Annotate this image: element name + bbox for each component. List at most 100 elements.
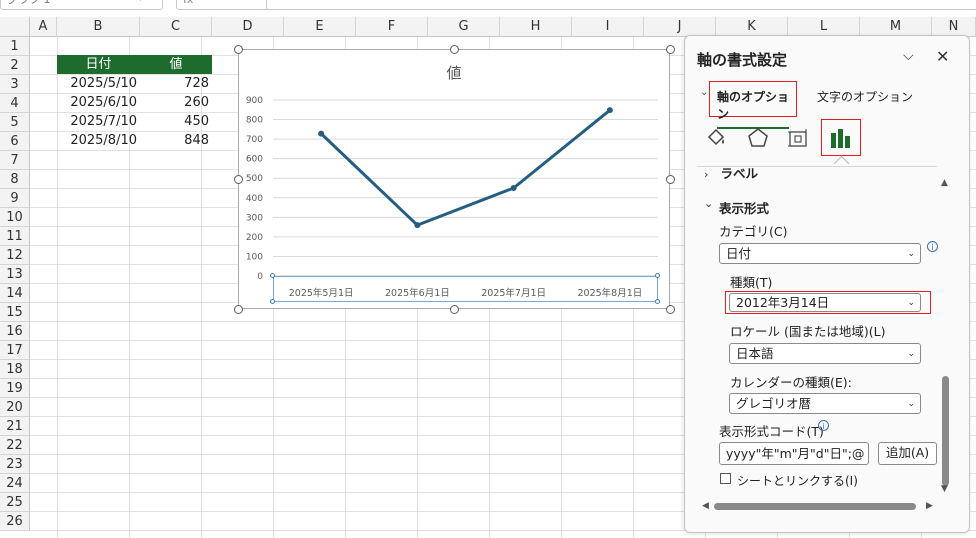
- row-header-8[interactable]: 8: [0, 170, 30, 189]
- scroll-right-icon[interactable]: ▶: [926, 501, 933, 511]
- resize-handle-bottom-right[interactable]: [666, 305, 675, 314]
- chart-plot[interactable]: 01002003004005006007008009002025年5月1日 202…: [239, 50, 669, 308]
- locale-dropdown[interactable]: 日本語 ⌄: [729, 343, 921, 364]
- tab-text-options[interactable]: 文字のオプション: [817, 88, 913, 105]
- vertical-scrollbar-thumb[interactable]: [942, 376, 949, 486]
- column-header-l[interactable]: L: [788, 17, 860, 37]
- series-line[interactable]: [320, 109, 611, 227]
- section-labels[interactable]: › ラベル: [704, 168, 804, 182]
- date-cell[interactable]: 2025/5/10: [57, 74, 140, 93]
- horizontal-axis-selection[interactable]: [273, 276, 658, 302]
- column-header-d[interactable]: D: [212, 17, 284, 37]
- date-cell[interactable]: 2025/8/10: [57, 131, 140, 150]
- resize-handle-right[interactable]: [666, 175, 675, 184]
- column-header-k[interactable]: K: [716, 17, 788, 37]
- link-to-source-checkbox[interactable]: [720, 473, 731, 484]
- data-point[interactable]: [414, 222, 421, 229]
- column-header-m[interactable]: M: [860, 17, 932, 37]
- resize-handle-top-left[interactable]: [234, 45, 243, 54]
- horizontal-scrollbar-thumb[interactable]: [714, 503, 916, 510]
- resize-handle-top[interactable]: [450, 45, 459, 54]
- column-header-h[interactable]: H: [500, 17, 572, 37]
- row-header-26[interactable]: 26: [0, 512, 30, 531]
- axis-handle[interactable]: [270, 299, 275, 304]
- date-cell[interactable]: 2025/6/10: [57, 93, 140, 112]
- effects-icon[interactable]: [746, 126, 770, 150]
- row-header-15[interactable]: 15: [0, 303, 30, 322]
- row-header-7[interactable]: 7: [0, 151, 30, 170]
- axis-options-icon[interactable]: [828, 126, 854, 150]
- scroll-left-icon[interactable]: ◀: [702, 501, 709, 511]
- category-dropdown[interactable]: 日付 ⌄: [719, 243, 921, 264]
- formula-input[interactable]: [266, 0, 976, 10]
- tab-axis-options[interactable]: 軸のオプション: [717, 88, 789, 129]
- row-header-2[interactable]: 2: [0, 56, 30, 75]
- data-point[interactable]: [606, 107, 613, 114]
- calendar-dropdown[interactable]: グレゴリオ暦 ⌄: [729, 393, 921, 414]
- type-dropdown[interactable]: 2012年3月14日 ⌄: [729, 293, 921, 312]
- row-header-20[interactable]: 20: [0, 398, 30, 417]
- scroll-down-icon[interactable]: ▼: [941, 484, 948, 494]
- chevron-down-icon[interactable]: ⌵: [903, 48, 914, 64]
- column-header-i[interactable]: I: [572, 17, 644, 37]
- row-header-3[interactable]: 3: [0, 75, 30, 94]
- header-cell-date[interactable]: 日付: [57, 55, 140, 74]
- column-header-c[interactable]: C: [140, 17, 212, 37]
- header-cell-value[interactable]: 値: [140, 55, 212, 74]
- line-chart[interactable]: 値 0 100 200 300 400 500 600 700 800 900 2025年5月1日 2…: [238, 49, 670, 309]
- add-button[interactable]: 追加(A): [878, 442, 937, 465]
- column-header-g[interactable]: G: [428, 17, 500, 37]
- value-cell[interactable]: 848: [140, 131, 212, 150]
- column-header-e[interactable]: E: [284, 17, 356, 37]
- column-header-n[interactable]: N: [932, 17, 976, 37]
- row-header-10[interactable]: 10: [0, 208, 30, 227]
- select-all-corner[interactable]: [0, 17, 30, 37]
- row-header-16[interactable]: 16: [0, 322, 30, 341]
- resize-handle-bottom[interactable]: [450, 305, 459, 314]
- row-header-4[interactable]: 4: [0, 94, 30, 113]
- row-header-25[interactable]: 25: [0, 493, 30, 512]
- resize-handle-left[interactable]: [234, 175, 243, 184]
- row-header-19[interactable]: 19: [0, 379, 30, 398]
- axis-handle[interactable]: [655, 273, 660, 278]
- link-to-source-label[interactable]: シートとリンクする(I): [737, 472, 858, 489]
- info-icon[interactable]: i: [927, 241, 938, 252]
- row-header-13[interactable]: 13: [0, 265, 30, 284]
- column-header-a[interactable]: A: [30, 17, 57, 37]
- value-cell[interactable]: 260: [140, 93, 212, 112]
- column-header-j[interactable]: J: [644, 17, 716, 37]
- fill-line-icon[interactable]: [704, 126, 728, 150]
- column-header-b[interactable]: B: [57, 17, 140, 37]
- format-code-input[interactable]: yyyy"年"m"月"d"日";@: [719, 442, 869, 465]
- name-box-dropdown-icon[interactable]: ▾: [138, 0, 143, 4]
- row-header-22[interactable]: 22: [0, 436, 30, 455]
- size-properties-icon[interactable]: [786, 126, 810, 150]
- row-header-9[interactable]: 9: [0, 189, 30, 208]
- data-point[interactable]: [318, 130, 325, 137]
- scroll-up-icon[interactable]: ▲: [941, 178, 948, 188]
- date-cell[interactable]: 2025/7/10: [57, 112, 140, 131]
- chevron-down-icon[interactable]: ⌄: [700, 87, 708, 98]
- row-header-11[interactable]: 11: [0, 227, 30, 246]
- fx-button[interactable]: fx: [176, 0, 270, 10]
- close-icon[interactable]: ✕: [936, 47, 949, 66]
- row-header-5[interactable]: 5: [0, 113, 30, 132]
- row-header-14[interactable]: 14: [0, 284, 30, 303]
- section-number[interactable]: 表示形式: [719, 198, 769, 217]
- info-icon[interactable]: i: [818, 420, 829, 431]
- row-header-18[interactable]: 18: [0, 360, 30, 379]
- resize-handle-bottom-left[interactable]: [234, 305, 243, 314]
- row-header-24[interactable]: 24: [0, 474, 30, 493]
- row-header-12[interactable]: 12: [0, 246, 30, 265]
- data-point[interactable]: [510, 185, 517, 191]
- column-header-f[interactable]: F: [356, 17, 428, 37]
- axis-handle[interactable]: [270, 273, 275, 278]
- row-header-6[interactable]: 6: [0, 132, 30, 151]
- value-cell[interactable]: 728: [140, 74, 212, 93]
- chevron-down-icon[interactable]: ⌄: [704, 197, 713, 210]
- row-header-21[interactable]: 21: [0, 417, 30, 436]
- axis-handle[interactable]: [655, 299, 660, 304]
- row-header-17[interactable]: 17: [0, 341, 30, 360]
- row-header-1[interactable]: 1: [0, 37, 30, 56]
- resize-handle-top-right[interactable]: [666, 45, 675, 54]
